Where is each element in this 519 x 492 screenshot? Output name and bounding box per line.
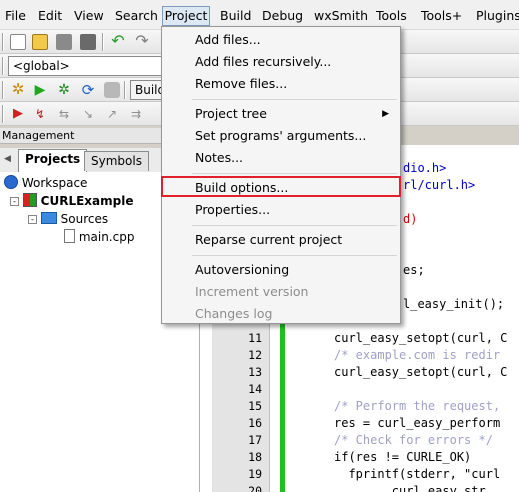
- menu-wxsmith[interactable]: wxSmith: [314, 6, 368, 26]
- code-line: curl_easy_str: [334, 484, 486, 492]
- debug-continue-icon[interactable]: ▶: [10, 106, 26, 122]
- step-out-icon[interactable]: ↗: [104, 106, 120, 122]
- new-file-icon[interactable]: [10, 34, 26, 50]
- menu-separator: [192, 99, 397, 100]
- line-number: 15: [248, 399, 262, 413]
- next-line-icon[interactable]: ⇆: [56, 106, 72, 122]
- menu-item-notes[interactable]: Notes...: [163, 147, 399, 169]
- line-number: 12: [248, 348, 262, 362]
- collapse-icon[interactable]: -: [10, 197, 19, 206]
- build-gear-icon[interactable]: ✲: [10, 82, 26, 98]
- save-all-icon[interactable]: [80, 34, 96, 50]
- line-number: 14: [248, 382, 262, 396]
- code-line: curl_easy_setopt(curl, C: [334, 331, 508, 345]
- triangle-right-icon: ▶: [382, 109, 389, 119]
- tree-item-label: CURLExample: [40, 194, 134, 208]
- code-line: curl_easy_setopt(curl, C: [334, 365, 508, 379]
- save-icon[interactable]: [56, 34, 72, 50]
- code-line-partial: d): [403, 212, 418, 226]
- tree-item-label: Workspace: [21, 176, 88, 190]
- tree-item-label: main.cpp: [78, 230, 135, 244]
- code-line: /* example.com is redir: [334, 348, 501, 362]
- menu-project[interactable]: Project: [162, 6, 210, 26]
- menu-item-increment-version: Increment version: [195, 284, 309, 299]
- menu-separator: [192, 173, 397, 174]
- workspace-icon: [4, 175, 18, 189]
- menu-item-autoversioning[interactable]: Autoversioning: [163, 259, 399, 281]
- project-icon: [22, 193, 37, 207]
- menu-file[interactable]: File: [5, 6, 26, 26]
- menu-build[interactable]: Build: [220, 6, 251, 26]
- scope-combo[interactable]: <global>: [8, 56, 168, 76]
- folder-open-icon: [40, 212, 57, 224]
- tab-symbols[interactable]: Symbols: [84, 151, 149, 171]
- line-number: 18: [248, 450, 262, 464]
- code-line: /* Check for errors */: [334, 433, 493, 447]
- abort-icon[interactable]: [104, 82, 120, 98]
- menu-item-add-files[interactable]: Add files...: [163, 29, 399, 51]
- menu-item-changes-log: Changes log: [195, 306, 273, 321]
- menu-item-reparse-current-project[interactable]: Reparse current project: [163, 229, 399, 251]
- collapse-icon[interactable]: -: [28, 215, 37, 224]
- line-number: 13: [248, 365, 262, 379]
- step-into-icon[interactable]: ↘: [80, 106, 96, 122]
- menu-search[interactable]: Search: [115, 6, 158, 26]
- open-folder-icon[interactable]: [32, 34, 48, 50]
- line-number: 20: [248, 484, 262, 492]
- toolbar-grip: [2, 57, 4, 75]
- code-line-partial: rl/curl.h>: [403, 178, 476, 192]
- menu-item-properties[interactable]: Properties...: [163, 199, 399, 221]
- code-line-partial: es;: [403, 263, 425, 277]
- menu-debug[interactable]: Debug: [262, 6, 303, 26]
- line-number: 16: [248, 416, 262, 430]
- code-line: if(res != CURLE_OK): [334, 450, 472, 464]
- run-to-cursor-icon[interactable]: ↯: [32, 106, 48, 122]
- tree-item-workspace[interactable]: Workspace: [4, 174, 87, 192]
- code-line-partial: l_easy_init();: [403, 297, 505, 311]
- menu-item-set-programs-arguments[interactable]: Set programs' arguments...: [163, 125, 399, 147]
- code-line: /* Perform the request,: [334, 399, 501, 413]
- tree-item-label: Sources: [60, 212, 109, 226]
- build-and-run-icon[interactable]: ✲: [56, 82, 72, 98]
- menu-item-add-files-recursively[interactable]: Add files recursively...: [163, 51, 399, 73]
- menu-tools[interactable]: Tools: [376, 6, 407, 26]
- menu-separator: [192, 225, 397, 226]
- run-icon[interactable]: ▶: [32, 82, 48, 98]
- undo-icon[interactable]: ↶: [110, 33, 126, 50]
- file-icon: [64, 229, 75, 243]
- menu-tools-plus[interactable]: Tools+: [421, 6, 462, 26]
- tree-item-project[interactable]: - CURLExample: [10, 192, 133, 210]
- toolbar-grip: [2, 81, 4, 99]
- redo-icon[interactable]: ↷: [134, 33, 150, 50]
- tree-item-folder[interactable]: - Sources: [28, 210, 108, 228]
- highlight-box: [161, 176, 401, 197]
- menu-item-project-tree[interactable]: Project tree ▶: [163, 103, 399, 125]
- line-number: 19: [248, 467, 262, 481]
- code-line: fprintf(stderr, "curl: [334, 467, 501, 481]
- project-menu: Add files... Add files recursively... Re…: [161, 26, 401, 324]
- toolbar-grip: [2, 105, 4, 123]
- menu-edit[interactable]: Edit: [38, 6, 62, 26]
- change-bar: [280, 320, 285, 492]
- menu-item-remove-files[interactable]: Remove files...: [163, 73, 399, 95]
- tab-scroll-left-icon[interactable]: ◀: [4, 154, 11, 164]
- line-number: 17: [248, 433, 262, 447]
- rebuild-icon[interactable]: ⟳: [80, 82, 96, 98]
- toolbar-separator: [102, 33, 104, 51]
- menu-item-label: Project tree: [195, 106, 267, 121]
- menu-separator: [192, 255, 397, 256]
- menu-plugins[interactable]: Plugins: [476, 6, 519, 26]
- tab-projects[interactable]: Projects: [18, 149, 88, 172]
- code-line: res = curl_easy_perform: [334, 416, 501, 430]
- tree-item-file[interactable]: main.cpp: [64, 228, 134, 246]
- toolbar-grip: [2, 33, 4, 51]
- next-instruction-icon[interactable]: ⇉: [128, 106, 144, 122]
- line-number: 11: [248, 331, 262, 345]
- code-line-partial: dio.h>: [403, 161, 447, 175]
- toolbar-separator: [124, 81, 126, 99]
- menu-view[interactable]: View: [74, 6, 104, 26]
